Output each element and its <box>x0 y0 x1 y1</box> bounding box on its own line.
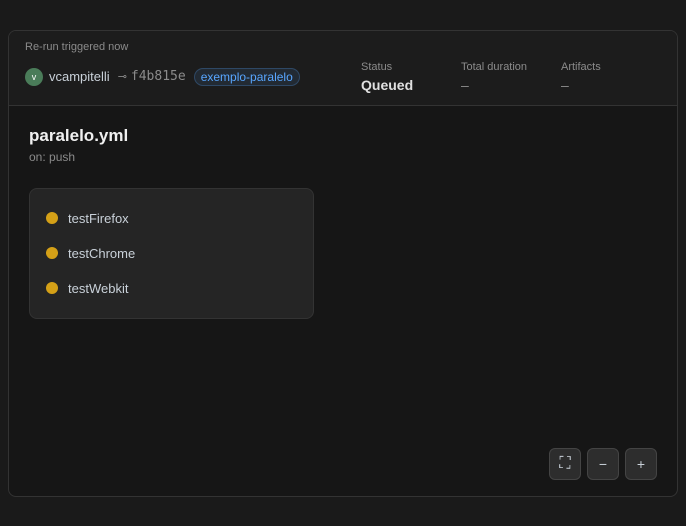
workflow-trigger: on: push <box>29 150 657 164</box>
top-bar: Re-run triggered now v vcampitelli ⊸ f4b… <box>9 31 677 106</box>
job-name-firefox: testFirefox <box>68 211 129 226</box>
status-dot-webkit <box>46 282 58 294</box>
artifacts-value: – <box>561 77 661 93</box>
bottom-controls: ⛶ − + <box>549 448 657 480</box>
artifacts-label: Artifacts <box>561 61 661 73</box>
duration-value: – <box>461 77 561 93</box>
job-name-chrome: testChrome <box>68 246 135 261</box>
zoom-out-button[interactable]: − <box>587 448 619 480</box>
job-item-webkit[interactable]: testWebkit <box>46 271 297 306</box>
duration-column: Total duration – <box>461 61 561 93</box>
artifacts-column: Artifacts – <box>561 61 661 93</box>
status-dot-chrome <box>46 247 58 259</box>
duration-label: Total duration <box>461 61 561 73</box>
job-name-webkit: testWebkit <box>68 281 128 296</box>
workflow-panel: Re-run triggered now v vcampitelli ⊸ f4b… <box>8 30 678 497</box>
commit-icon: ⊸ <box>118 70 127 83</box>
zoom-in-button[interactable]: + <box>625 448 657 480</box>
commit-hash: f4b815e <box>131 69 186 84</box>
main-content: paralelo.yml on: push testFirefox testCh… <box>9 106 677 496</box>
branch-badge[interactable]: exemplo-paralelo <box>194 68 300 86</box>
status-value: Queued <box>361 77 461 93</box>
status-dot-firefox <box>46 212 58 224</box>
avatar: v <box>25 68 43 86</box>
fit-view-button[interactable]: ⛶ <box>549 448 581 480</box>
job-item-chrome[interactable]: testChrome <box>46 236 297 271</box>
rerun-label: Re-run triggered now <box>25 41 661 53</box>
job-item-firefox[interactable]: testFirefox <box>46 201 297 236</box>
job-card: testFirefox testChrome testWebkit <box>29 188 314 319</box>
status-label: Status <box>361 61 461 73</box>
username: vcampitelli <box>49 69 110 84</box>
status-column: Status Queued <box>361 61 461 93</box>
workflow-title: paralelo.yml <box>29 126 657 146</box>
fit-view-icon: ⛶ <box>559 455 570 473</box>
